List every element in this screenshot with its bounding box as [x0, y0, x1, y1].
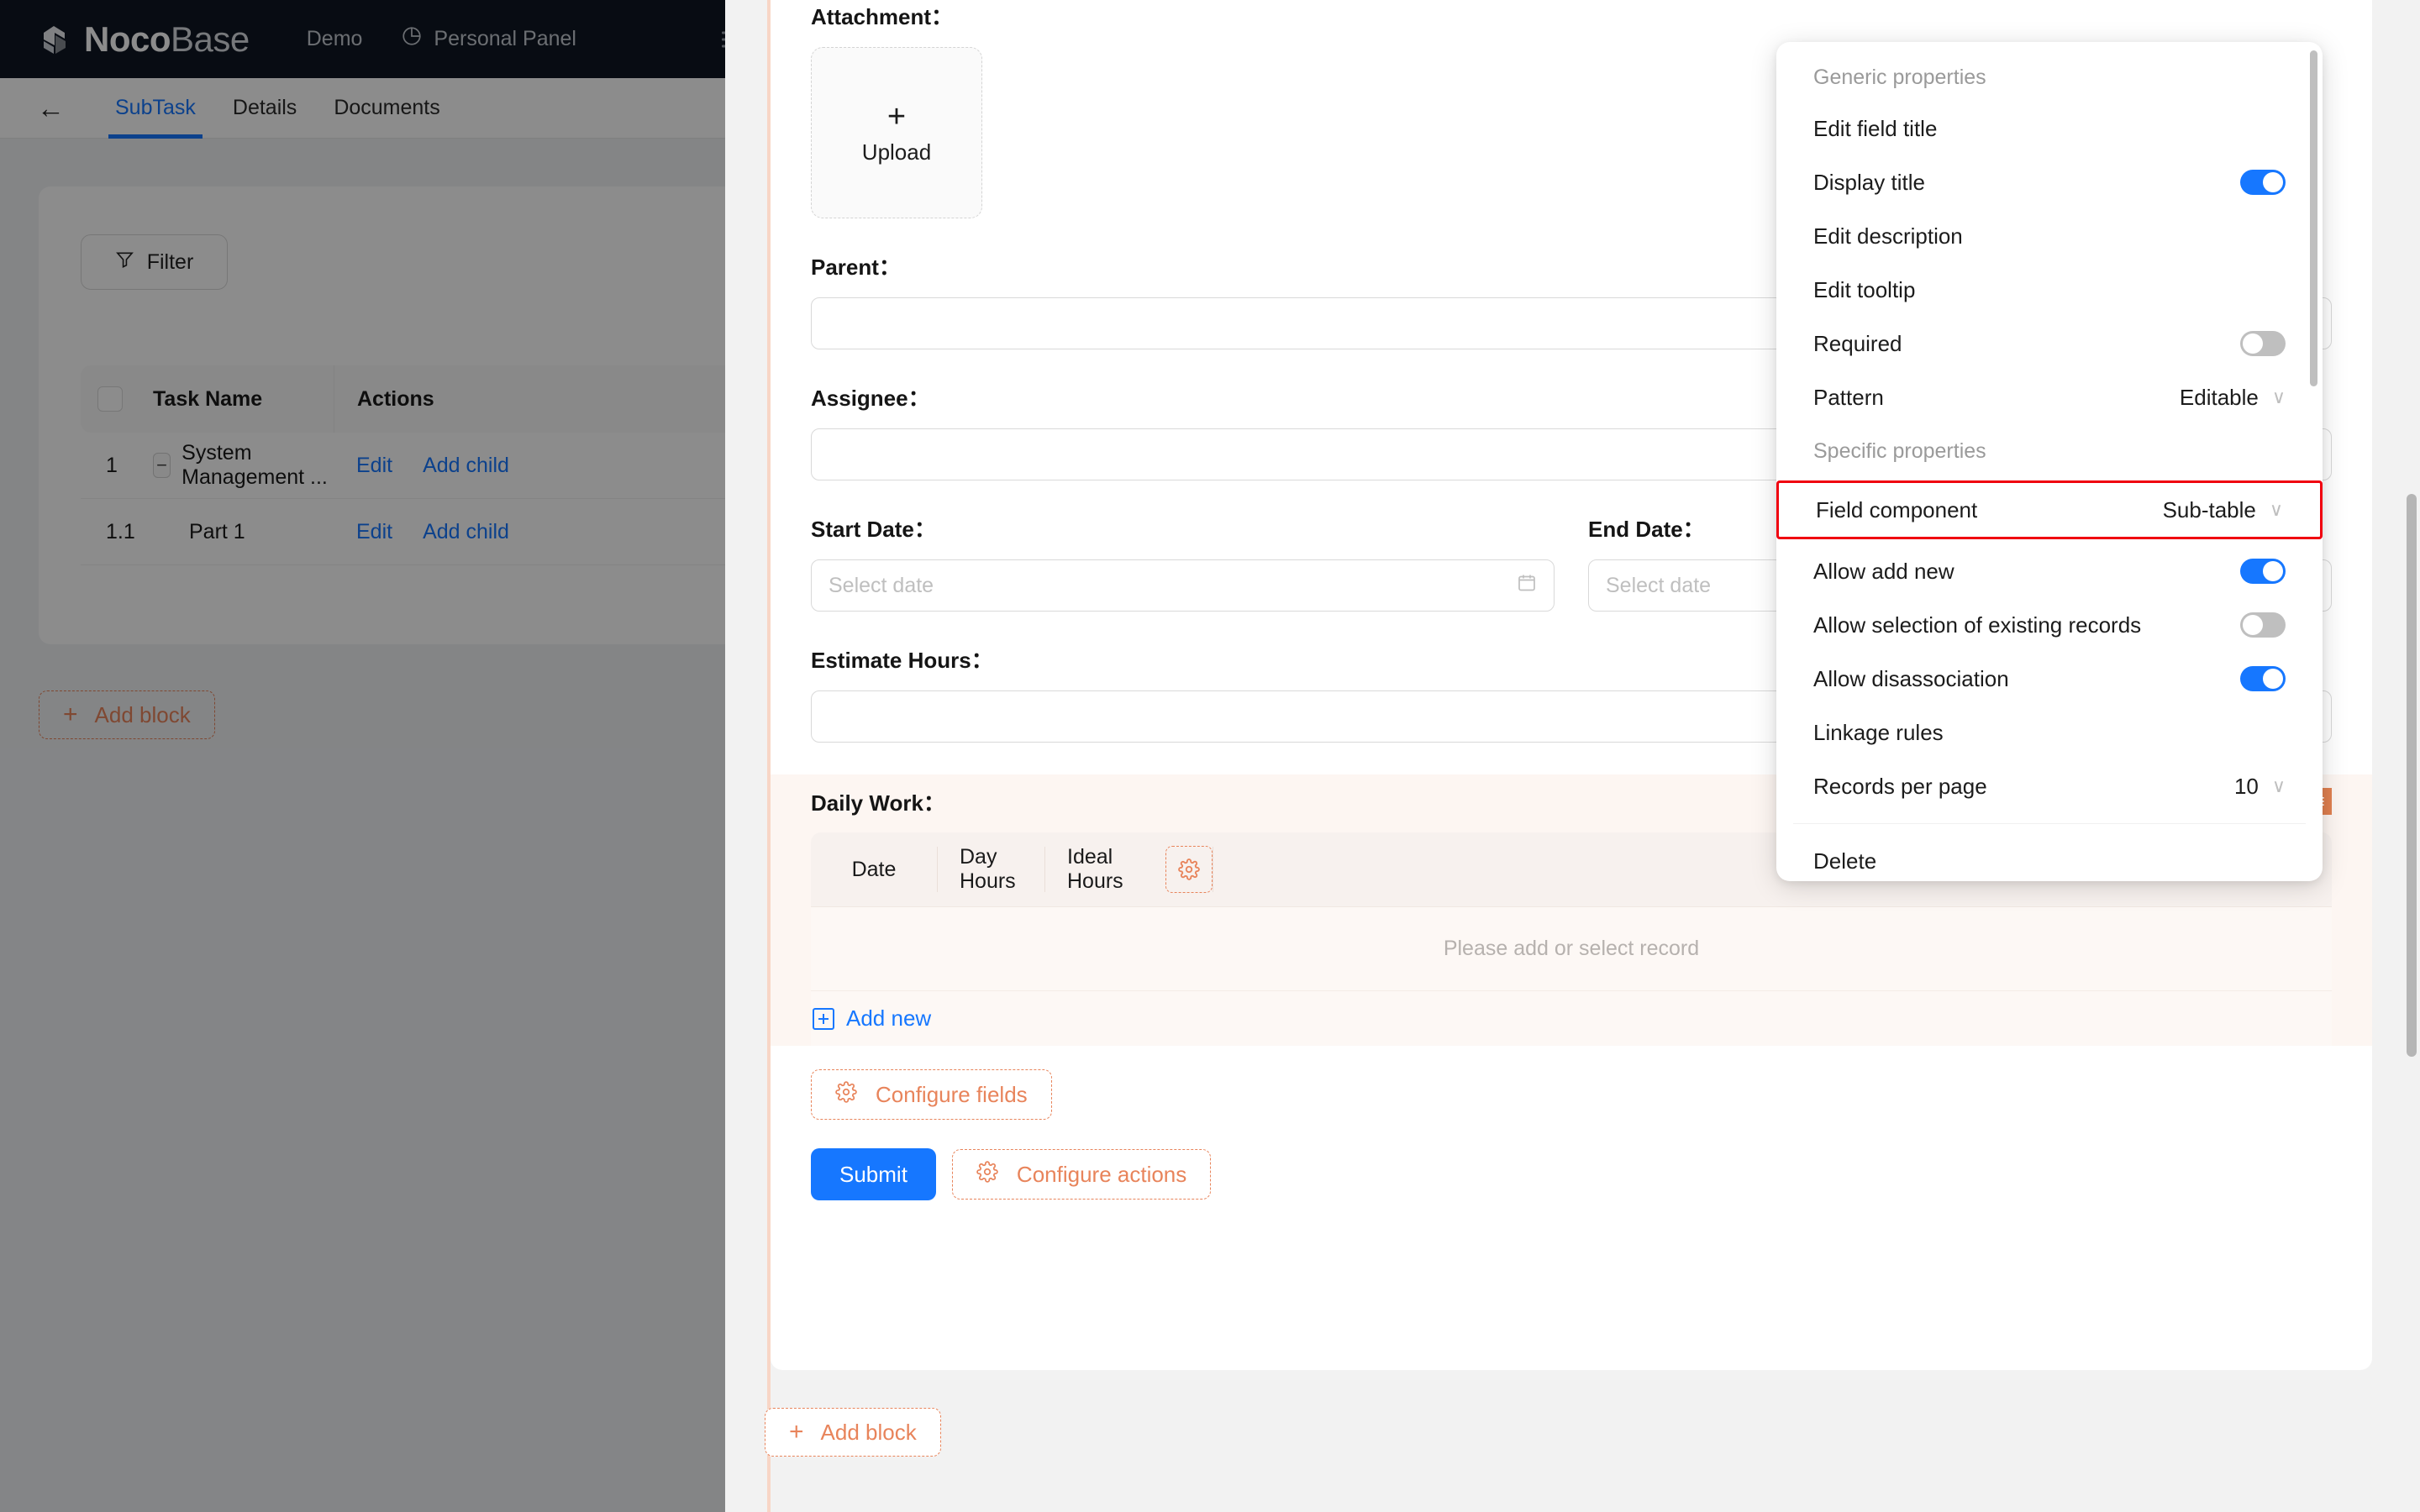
- field-label-attachment: Attachment：: [811, 4, 954, 29]
- popover-item-field-component[interactable]: Field component Sub-table ∨: [1776, 480, 2323, 539]
- start-date-input[interactable]: Select date: [811, 559, 1555, 612]
- popover-item-label: Edit field title: [1813, 115, 1938, 141]
- plus-icon: +: [886, 98, 907, 134]
- popover-item-label: Display title: [1813, 169, 1925, 195]
- popover-item-allow-add-new[interactable]: Allow add new: [1776, 544, 2323, 598]
- chevron-down-icon: ∨: [2269, 499, 2283, 520]
- popover-item-label: Edit tooltip: [1813, 276, 1916, 302]
- configure-fields-label: Configure fields: [876, 1081, 1028, 1107]
- configure-fields-row: Configure fields: [811, 1069, 2332, 1120]
- plus-square-icon: [813, 1007, 834, 1030]
- column-header-day-hours: Day Hours: [937, 845, 1044, 893]
- page-scrollbar[interactable]: [2407, 494, 2417, 1057]
- popover-item-label: Delete: [1813, 848, 1877, 874]
- popover-item-label: Field component: [1816, 496, 1978, 522]
- field-settings-popover: Generic properties Edit field title Disp…: [1776, 42, 2323, 881]
- popover-item-edit-description[interactable]: Edit description: [1776, 209, 2323, 263]
- form-actions-row: Submit Configure actions: [811, 1148, 2332, 1200]
- plus-icon: +: [789, 1418, 804, 1446]
- chevron-down-icon: ∨: [2271, 386, 2286, 407]
- field-component-value: Sub-table: [2162, 496, 2256, 522]
- configure-actions-button[interactable]: Configure actions: [951, 1149, 1212, 1200]
- popover-item-edit-field-title[interactable]: Edit field title: [1776, 102, 2323, 155]
- popover-item-edit-tooltip[interactable]: Edit tooltip: [1776, 263, 2323, 317]
- end-date-placeholder: Select date: [1606, 573, 1712, 597]
- add-block-button-foreground[interactable]: + Add block: [765, 1408, 941, 1457]
- popover-item-linkage-rules[interactable]: Linkage rules: [1776, 706, 2323, 759]
- add-block-label: Add block: [820, 1419, 917, 1445]
- allow-disassociation-toggle[interactable]: [2240, 666, 2286, 691]
- start-date-placeholder: Select date: [829, 573, 934, 597]
- gear-icon: [835, 1080, 857, 1109]
- pattern-select[interactable]: Editable ∨: [2180, 385, 2286, 411]
- gear-icon[interactable]: [1165, 846, 1213, 893]
- configure-actions-label: Configure actions: [1016, 1161, 1187, 1187]
- popover-item-label: Allow add new: [1813, 558, 1954, 584]
- display-title-toggle[interactable]: [2240, 170, 2286, 195]
- gear-icon: [976, 1160, 998, 1189]
- popover-item-label: Allow disassociation: [1813, 665, 2009, 691]
- popover-item-allow-selection[interactable]: Allow selection of existing records: [1776, 598, 2323, 652]
- subtable-empty-state: Please add or select record: [811, 906, 2332, 990]
- submit-label: Submit: [839, 1161, 908, 1187]
- records-per-page-value: 10: [2233, 773, 2259, 799]
- column-header-date: Date: [851, 857, 897, 881]
- screen: NocoBase Demo Personal Panel ← SubTask D…: [0, 0, 2420, 1512]
- popover-item-pattern[interactable]: Pattern Editable ∨: [1776, 370, 2323, 424]
- popover-group-title-generic: Generic properties: [1813, 66, 1986, 89]
- column-header-ideal-hours: Ideal Hours: [1044, 845, 1154, 893]
- field-component-select[interactable]: Sub-table ∨: [2163, 497, 2283, 523]
- subtable-footer: Add new: [811, 990, 2332, 1046]
- popover-item-allow-disassociation[interactable]: Allow disassociation: [1776, 652, 2323, 706]
- popover-item-label: Linkage rules: [1813, 719, 1944, 745]
- field-label-start-date: Start Date：: [811, 517, 936, 542]
- popover-item-display-title[interactable]: Display title: [1776, 155, 2323, 209]
- popover-divider: [1793, 823, 2306, 824]
- popover-item-label: Edit description: [1813, 223, 1963, 249]
- popover-item-delete[interactable]: Delete: [1776, 834, 2323, 881]
- submit-button[interactable]: Submit: [811, 1148, 936, 1200]
- chevron-down-icon: ∨: [2271, 775, 2286, 796]
- popover-scrollbar[interactable]: [2310, 50, 2317, 386]
- popover-item-label: Pattern: [1813, 384, 1884, 410]
- popover-group-title-specific: Specific properties: [1813, 439, 1986, 463]
- popover-item-label: Allow selection of existing records: [1813, 612, 2142, 638]
- upload-dropzone[interactable]: + Upload: [811, 47, 982, 218]
- popover-item-label: Records per page: [1813, 773, 1987, 799]
- pattern-value: Editable: [2179, 384, 2259, 410]
- popover-item-label: Required: [1813, 330, 1902, 356]
- add-new-button[interactable]: Add new: [813, 1005, 931, 1032]
- records-per-page-select[interactable]: 10 ∨: [2234, 774, 2286, 800]
- calendar-icon: [1517, 572, 1537, 599]
- configure-fields-button[interactable]: Configure fields: [811, 1069, 1052, 1120]
- allow-add-new-toggle[interactable]: [2240, 559, 2286, 584]
- upload-label: Upload: [861, 139, 932, 165]
- field-start-date: Start Date： Select date: [811, 512, 1555, 612]
- popover-item-required[interactable]: Required: [1776, 317, 2323, 370]
- required-toggle[interactable]: [2240, 331, 2286, 356]
- allow-selection-toggle[interactable]: [2240, 612, 2286, 638]
- add-new-label: Add new: [846, 1005, 932, 1031]
- popover-item-records-per-page[interactable]: Records per page 10 ∨: [1776, 759, 2323, 813]
